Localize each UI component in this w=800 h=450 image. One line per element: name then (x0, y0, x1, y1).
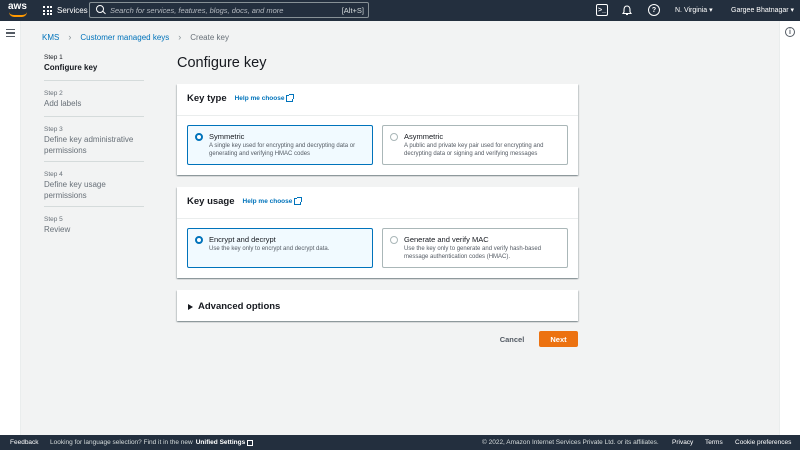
option-description: Use the key only to encrypt and decrypt … (209, 246, 330, 252)
terms-link[interactable]: Terms (705, 439, 723, 446)
breadcrumb-create-key: Create key (190, 32, 229, 42)
cloudshell-icon[interactable]: >_ (596, 4, 608, 16)
unified-settings-link[interactable]: Unified Settings (196, 439, 245, 446)
services-label: Services (57, 6, 88, 15)
step-number: Step 1 (44, 54, 63, 61)
radio-selected-icon[interactable] (195, 236, 203, 244)
key-type-asymmetric-option[interactable]: Asymmetric A public and private key pair… (382, 125, 568, 165)
search-shortcut-hint: [Alt+S] (341, 5, 364, 15)
key-usage-generate-verify-mac-option[interactable]: Generate and verify MAC Use the key only… (382, 228, 568, 268)
option-title: Symmetric (209, 132, 245, 141)
step-1: Step 1 Configure key (44, 53, 144, 81)
step-number: Step 2 (44, 90, 63, 97)
option-title: Encrypt and decrypt (209, 235, 276, 244)
key-usage-header: Key usage Help me choose (187, 196, 303, 207)
step-number: Step 4 (44, 171, 63, 178)
help-link-label: Help me choose (242, 198, 293, 205)
cookie-preferences-link[interactable]: Cookie preferences (735, 439, 791, 446)
chevron-right-icon: › (178, 32, 182, 42)
advanced-options-title: Advanced options (198, 301, 281, 312)
option-title: Asymmetric (404, 132, 444, 141)
grid-icon (43, 6, 52, 15)
region-selector[interactable]: N. Virginia ▾ (675, 6, 713, 14)
key-type-panel: Key type Help me choose Symmetric A sing… (177, 84, 578, 175)
option-description: Use the key only to generate and verify … (404, 246, 542, 260)
help-link-label: Help me choose (234, 95, 285, 102)
wizard-steps: Step 1 Configure key Step 2 Add labels S… (44, 53, 144, 246)
key-type-header: Key type Help me choose (187, 93, 295, 104)
panel-divider (177, 115, 578, 116)
left-nav-strip (0, 21, 21, 435)
menu-icon[interactable] (6, 29, 15, 37)
step-2: Step 2 Add labels (44, 89, 144, 117)
caret-right-icon (188, 303, 193, 310)
key-usage-title: Key usage (187, 196, 235, 207)
key-usage-panel: Key usage Help me choose Encrypt and dec… (177, 187, 578, 278)
cancel-button[interactable]: Cancel (494, 331, 530, 347)
radio-selected-icon[interactable] (195, 133, 203, 141)
step-3: Step 3 Define key administrative permiss… (44, 125, 144, 162)
step-number: Step 3 (44, 126, 63, 133)
step-name: Configure key (44, 63, 98, 72)
breadcrumb-kms[interactable]: KMS (42, 33, 59, 42)
search-input[interactable] (110, 5, 342, 15)
feedback-link[interactable]: Feedback (10, 439, 39, 446)
user-account-menu[interactable]: Gargee Bhatnagar ▾ (731, 6, 794, 14)
step-5: Step 5 Review (44, 215, 144, 240)
radio-unselected-icon[interactable] (390, 236, 398, 244)
privacy-link[interactable]: Privacy (672, 439, 693, 446)
key-type-symmetric-option[interactable]: Symmetric A single key used for encrypti… (187, 125, 373, 165)
language-notice: Looking for language selection? Find it … (50, 439, 254, 446)
external-link-icon (247, 439, 254, 446)
info-icon[interactable]: i (785, 27, 795, 37)
search-icon (94, 3, 108, 17)
key-usage-help-link[interactable]: Help me choose (242, 197, 303, 205)
language-prompt: Looking for language selection? Find it … (50, 439, 193, 446)
step-number: Step 5 (44, 216, 63, 223)
chevron-right-icon: › (68, 32, 72, 42)
aws-logo[interactable]: aws (8, 2, 30, 19)
radio-unselected-icon[interactable] (390, 133, 398, 141)
page-title: Configure key (177, 55, 267, 71)
key-type-title: Key type (187, 93, 227, 104)
step-name: Add labels (44, 99, 82, 108)
aws-logo-text: aws (8, 1, 27, 12)
copyright: © 2022, Amazon Internet Services Private… (482, 439, 659, 446)
advanced-options-toggle[interactable]: Advanced options (188, 301, 280, 312)
help-icon[interactable]: ? (648, 4, 660, 16)
search-bar: [Alt+S] (89, 2, 369, 18)
step-name: Define key administrative permissions (44, 135, 134, 155)
footer: Feedback Looking for language selection?… (0, 435, 800, 450)
breadcrumb-customer-managed-keys[interactable]: Customer managed keys (80, 33, 169, 42)
key-type-help-link[interactable]: Help me choose (234, 94, 295, 102)
option-description: A public and private key pair used for e… (404, 143, 544, 157)
aws-smile-icon (9, 12, 27, 17)
top-navigation: aws Services [Alt+S] >_ ? N. Virginia ▾ … (0, 0, 800, 21)
services-menu-button[interactable]: Services (43, 4, 88, 17)
step-4: Step 4 Define key usage permissions (44, 170, 144, 207)
option-title: Generate and verify MAC (404, 235, 489, 244)
step-name: Define key usage permissions (44, 180, 106, 200)
option-description: A single key used for encrypting and dec… (209, 143, 356, 157)
step-name: Review (44, 225, 71, 234)
panel-divider (177, 218, 578, 219)
next-button[interactable]: Next (539, 331, 578, 347)
external-link-icon (294, 197, 303, 205)
advanced-options-panel: Advanced options (177, 290, 578, 321)
breadcrumb: KMS › Customer managed keys › Create key (42, 32, 229, 42)
key-usage-encrypt-decrypt-option[interactable]: Encrypt and decrypt Use the key only to … (187, 228, 373, 268)
external-link-icon (286, 94, 295, 102)
bell-icon[interactable] (621, 4, 633, 16)
right-tools-strip: i (779, 21, 800, 435)
